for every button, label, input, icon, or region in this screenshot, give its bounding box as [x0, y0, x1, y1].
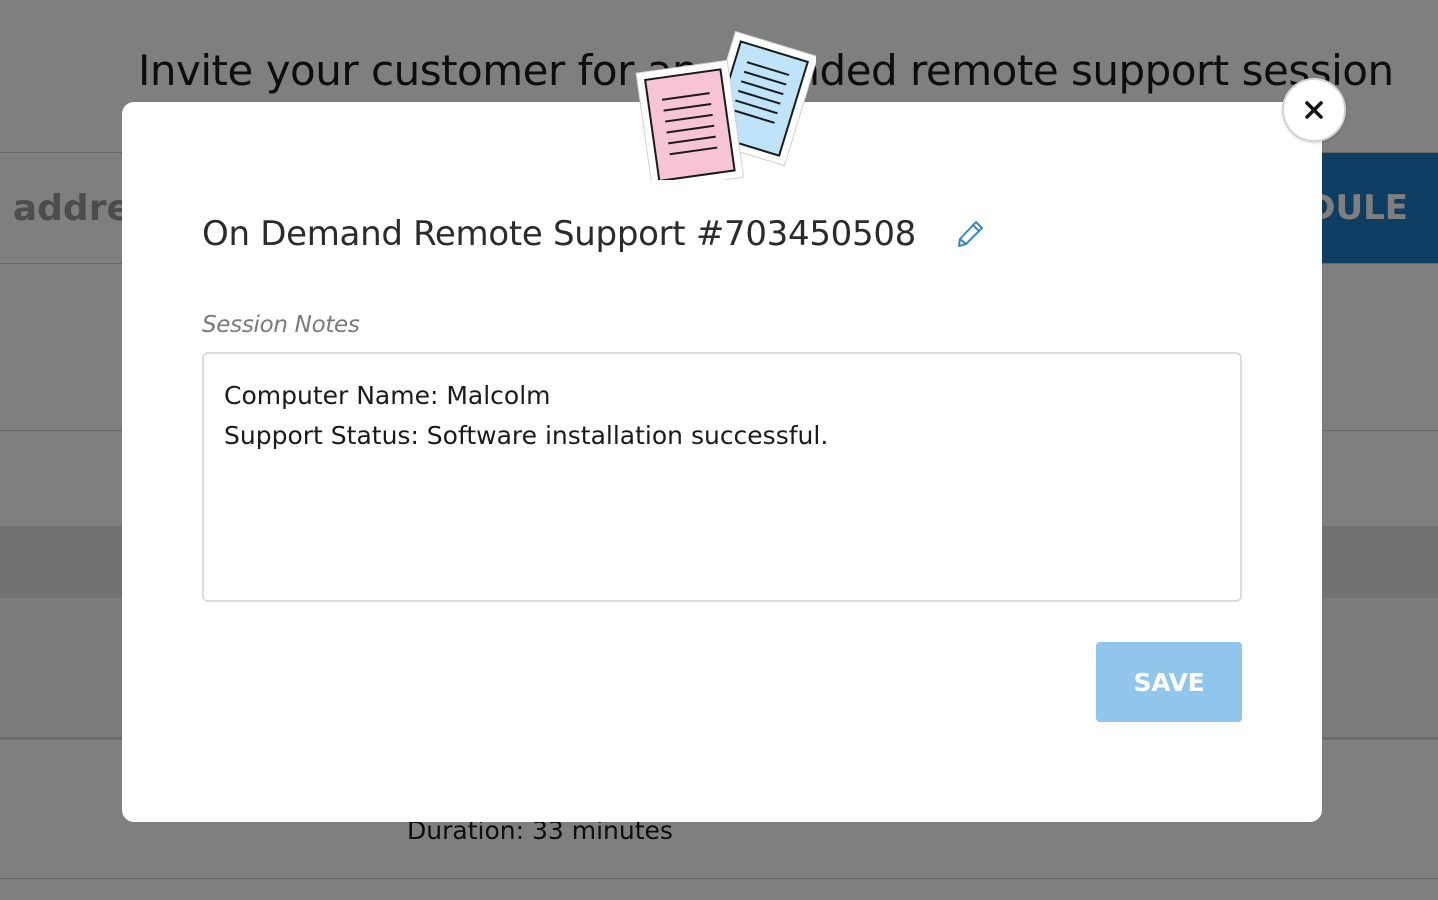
close-icon [1305, 101, 1323, 119]
notes-line: Support Status: Software installation su… [224, 421, 829, 450]
modal-header: On Demand Remote Support #703450508 [202, 214, 988, 254]
save-button[interactable]: SAVE [1096, 642, 1242, 722]
session-notes-label: Session Notes [202, 312, 360, 338]
session-title: On Demand Remote Support #703450508 [202, 214, 916, 254]
save-button-label: SAVE [1133, 667, 1205, 697]
session-notes-textarea[interactable]: Computer Name: Malcolm Support Status: S… [202, 352, 1242, 602]
session-notes-modal: On Demand Remote Support #703450508 Sess… [122, 102, 1322, 822]
documents-illustration [635, 30, 816, 180]
pencil-icon [958, 221, 983, 247]
close-modal-button[interactable] [1282, 78, 1346, 142]
edit-title-button[interactable] [952, 216, 988, 252]
page: Invite your customer for an attended rem… [0, 0, 1438, 900]
notes-line: Computer Name: Malcolm [224, 381, 551, 410]
